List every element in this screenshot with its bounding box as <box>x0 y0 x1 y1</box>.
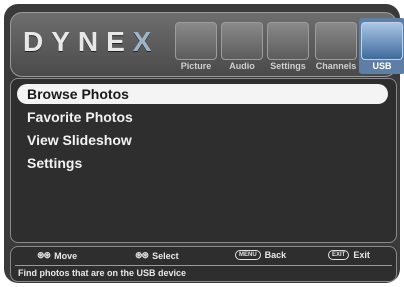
channels-icon <box>315 22 357 60</box>
usb-menu-list: Browse Photos Favorite Photos View Slide… <box>10 78 397 243</box>
hint-back: MENU Back <box>235 250 286 260</box>
tab-usb[interactable]: USB <box>359 18 404 74</box>
picture-icon <box>175 22 217 60</box>
dynex-logo: DYNEX <box>23 26 160 57</box>
menu-item-favorite-photos[interactable]: Favorite Photos <box>17 107 388 127</box>
up-down-arrows-icon: ⊛⊛ <box>37 250 51 260</box>
hint-exit: EXIT Exit <box>328 250 370 260</box>
audio-icon <box>221 22 263 60</box>
hint-select: ⊛⊛ Select <box>135 250 179 261</box>
button-hints: ⊛⊛ Move ⊛⊛ Select MENU Back EXIT Exit <box>11 250 396 264</box>
tab-audio[interactable]: Audio <box>221 18 263 74</box>
menu-header: DYNEX Picture Audio Settings Channels US… <box>10 12 404 77</box>
menu-item-view-slideshow[interactable]: View Slideshow <box>17 130 388 150</box>
tv-menu-screen: DYNEX Picture Audio Settings Channels US… <box>4 4 404 283</box>
tab-settings[interactable]: Settings <box>267 18 309 74</box>
hint-move: ⊛⊛ Move <box>37 250 78 261</box>
tab-picture[interactable]: Picture <box>175 18 217 74</box>
tab-channels[interactable]: Channels <box>315 18 357 74</box>
left-right-arrows-icon: ⊛⊛ <box>135 250 149 260</box>
settings-icon <box>267 22 309 60</box>
usb-icon <box>361 22 403 60</box>
help-footer: ⊛⊛ Move ⊛⊛ Select MENU Back EXIT Exit Fi… <box>10 246 397 282</box>
help-description: Find photos that are on the USB device <box>18 268 187 278</box>
menu-item-settings[interactable]: Settings <box>17 153 388 173</box>
menu-key-icon: MENU <box>235 250 261 260</box>
menu-item-browse-photos[interactable]: Browse Photos <box>17 84 388 104</box>
footer-divider <box>15 265 392 266</box>
exit-key-icon: EXIT <box>328 250 350 260</box>
